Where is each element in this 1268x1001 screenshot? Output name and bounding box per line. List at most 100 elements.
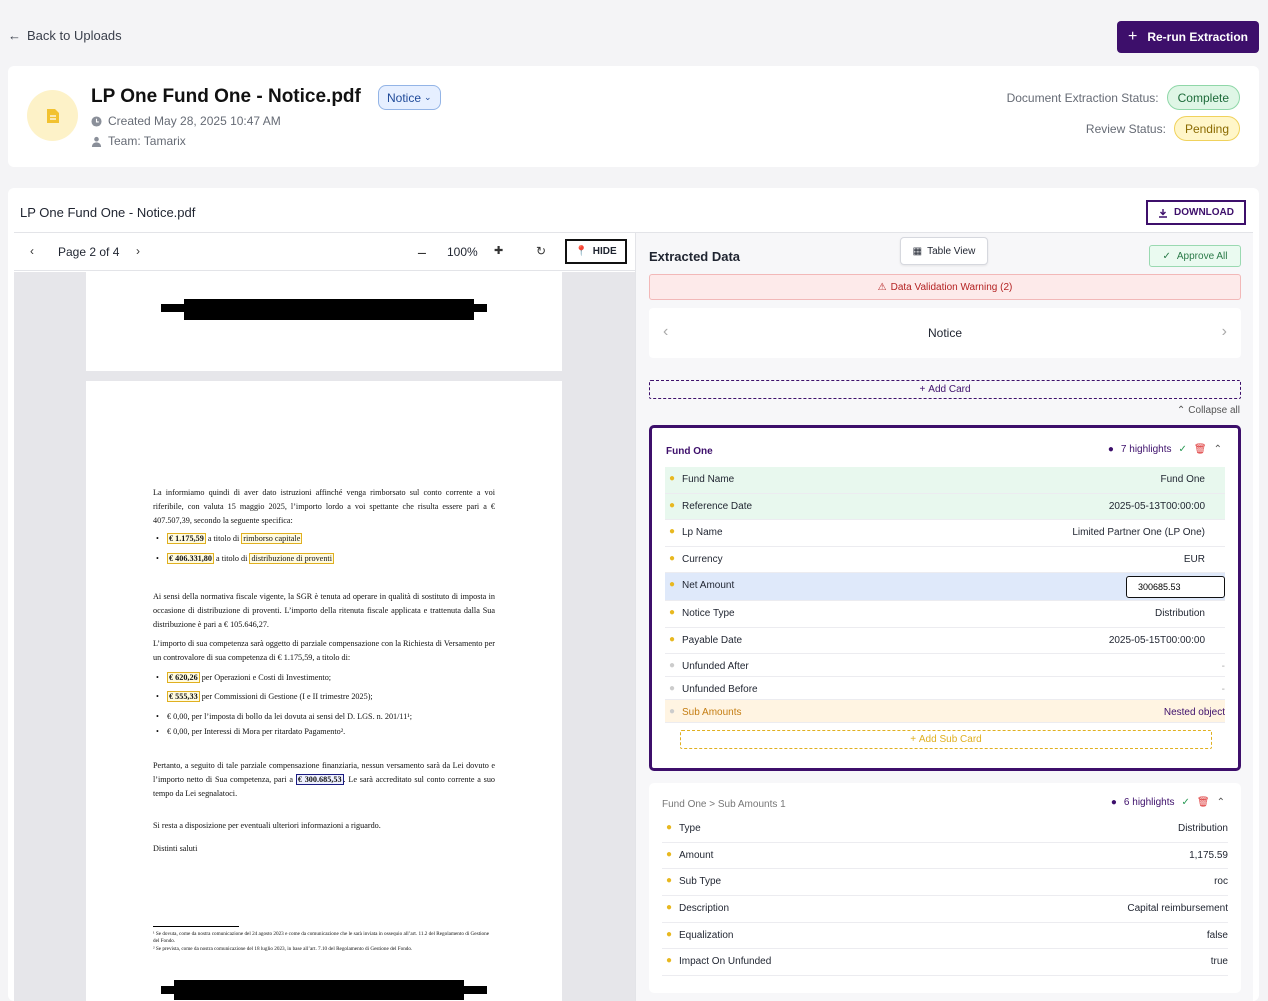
approve-all-button[interactable]: ✓ Approve All: [1149, 245, 1241, 267]
field-row[interactable]: ● Lp Name Limited Partner One (LP One): [665, 520, 1225, 547]
prev-page-icon[interactable]: ‹: [30, 244, 34, 258]
field-value: 2025-05-13T00:00:00: [1108, 500, 1205, 512]
rerun-label: Re-run Extraction: [1147, 30, 1249, 44]
highlights-count[interactable]: 7 highlights: [1121, 444, 1172, 455]
pin-icon: ●: [669, 706, 676, 717]
field-row[interactable]: ● Unfunded Before -: [665, 677, 1225, 700]
table-view-label: Table View: [927, 245, 976, 257]
field-row[interactable]: ● Payable Date 2025-05-15T00:00:00: [665, 628, 1225, 654]
highlight-amount[interactable]: € 1.175,59: [167, 533, 206, 544]
field-row[interactable]: ● Description Capital reimbursement: [662, 896, 1228, 923]
field-value: Distribution: [1154, 608, 1205, 619]
check-icon[interactable]: ✓: [1182, 797, 1190, 808]
team-meta: Team: Tamarix: [91, 134, 186, 148]
highlight-amount[interactable]: € 406.331,80: [167, 553, 214, 564]
highlights-count[interactable]: 6 highlights: [1124, 797, 1175, 808]
carousel-next-icon[interactable]: ›: [1222, 323, 1227, 341]
pdf-canvas[interactable]: La informiamo quindi di aver dato istruz…: [14, 272, 635, 1001]
back-to-uploads-link[interactable]: ← Back to Uploads: [8, 28, 122, 43]
back-label: Back to Uploads: [27, 28, 122, 43]
created-date: Created May 28, 2025 10:47 AM: [108, 114, 281, 128]
field-label: Fund Name: [682, 474, 735, 485]
chevron-up-icon[interactable]: ⌃: [1214, 444, 1222, 455]
next-page-icon[interactable]: ›: [136, 244, 140, 258]
highlight-amount[interactable]: € 555,33: [167, 691, 200, 702]
page-indicator: Page 2 of 4: [58, 245, 120, 259]
add-card-button[interactable]: + Add Card: [649, 380, 1241, 399]
field-row[interactable]: ● Reference Date 2025-05-13T00:00:00: [665, 493, 1225, 520]
field-value: roc: [1214, 876, 1228, 888]
field-row-nested[interactable]: ● Sub Amounts Nested object: [665, 700, 1225, 723]
field-list: ● Type Distribution ● Amount 1,175.59 ● Sub T…: [662, 816, 1228, 977]
field-label: Sub Type: [679, 876, 722, 888]
pdf-bullet: € 0,00, per l’imposta di bollo da lei do…: [156, 711, 412, 723]
pin-icon: ●: [666, 875, 673, 887]
check-icon[interactable]: ✓: [1179, 444, 1187, 455]
approve-all-label: Approve All: [1176, 250, 1228, 262]
pdf-paragraph: La informiamo quindi di aver dato istruz…: [153, 488, 495, 525]
field-row[interactable]: ● Currency EUR: [665, 547, 1225, 573]
zoom-out-icon[interactable]: ⚊: [417, 244, 427, 257]
pin-icon: ●: [669, 683, 676, 694]
field-row[interactable]: ● Amount 1,175.59: [662, 843, 1228, 870]
clock-icon: [91, 115, 102, 127]
card-actions: ● 6 highlights ✓ 🗑 ⌃: [1111, 797, 1225, 808]
user-icon: [91, 136, 102, 147]
chevron-up-icon[interactable]: ⌃: [1217, 797, 1225, 808]
pin-icon: ●: [666, 822, 673, 833]
pin-icon: 📍: [575, 246, 588, 257]
field-value: false: [1206, 929, 1228, 941]
field-value: 2025-05-15T00:00:00: [1108, 634, 1205, 646]
field-label: Sub Amounts: [682, 707, 742, 718]
field-row[interactable]: ● Notice Type Distribution: [665, 601, 1225, 628]
pin-icon: ●: [669, 499, 676, 511]
pdf-bullet: € 406.331,80 a titolo di distribuzione d…: [156, 553, 334, 565]
trash-icon[interactable]: 🗑: [1197, 797, 1210, 808]
highlight-label[interactable]: distribuzione di proventi: [249, 553, 334, 564]
download-button[interactable]: DOWNLOAD: [1146, 200, 1246, 225]
pdf-bullet: € 620,26 per Operazioni e Costi di Inves…: [156, 672, 332, 684]
hide-label: HIDE: [592, 246, 617, 257]
collapse-all-button[interactable]: ⌃ Collapse all: [1177, 405, 1240, 416]
pin-icon: ●: [666, 928, 673, 940]
card-actions: ● 7 highlights ✓ 🗑 ⌃: [1108, 444, 1222, 455]
field-row[interactable]: ● Equalization false: [662, 923, 1228, 950]
table-view-button[interactable]: ▦ Table View: [900, 237, 988, 265]
field-value: Capital reimbursement: [1127, 903, 1228, 915]
trash-icon[interactable]: 🗑: [1194, 444, 1207, 455]
field-label: Equalization: [679, 929, 734, 941]
sub-amounts-card: Fund One > Sub Amounts 1 ● 6 highlights …: [649, 783, 1241, 993]
download-icon: [1159, 208, 1167, 218]
field-row[interactable]: ● Sub Type roc: [662, 869, 1228, 897]
rerun-extraction-button[interactable]: + Re-run Extraction: [1117, 21, 1259, 53]
pdf-text: a titolo di: [205, 534, 242, 543]
plus-icon: +: [919, 384, 926, 395]
highlight-label[interactable]: rimborso capitale: [241, 533, 303, 544]
rotate-icon[interactable]: ↻: [536, 244, 546, 258]
field-row[interactable]: ● Fund Name Fund One: [665, 467, 1225, 494]
field-value: Nested object: [1163, 707, 1225, 718]
net-amount-input[interactable]: [1126, 576, 1225, 598]
field-row[interactable]: ● Type Distribution: [662, 816, 1228, 843]
field-label: Notice Type: [682, 608, 735, 619]
field-row[interactable]: ● Unfunded After -: [665, 654, 1225, 677]
pin-icon: ●: [1110, 797, 1117, 808]
validation-warning-banner[interactable]: ⚠ Data Validation Warning (2): [649, 274, 1241, 300]
document-viewer-card: LP One Fund One - Notice.pdf DOWNLOAD ‹ …: [8, 188, 1259, 1001]
highlight-net-amount[interactable]: € 300.685,53: [295, 773, 344, 785]
pdf-text: per Operazioni e Costi di Investimento;: [199, 673, 332, 682]
doc-type-dropdown[interactable]: Notice ⌄: [378, 85, 441, 110]
field-row-editing[interactable]: ● Net Amount: [665, 573, 1225, 601]
hide-highlights-button[interactable]: 📍 HIDE: [565, 239, 627, 264]
field-label: Amount: [679, 849, 714, 861]
field-label: Lp Name: [682, 527, 723, 538]
carousel-prev-icon[interactable]: ‹: [663, 323, 668, 341]
add-sub-card-button[interactable]: + Add Sub Card: [680, 730, 1212, 749]
field-row[interactable]: ● Impact On Unfunded true: [662, 949, 1228, 977]
zoom-in-icon[interactable]: ✚: [494, 244, 503, 257]
pin-icon: ●: [669, 473, 676, 484]
pdf-paragraph: Si resta a disposizione per eventuali ul…: [153, 821, 381, 830]
highlight-amount[interactable]: € 620,26: [167, 672, 200, 683]
add-sub-card-label: Add Sub Card: [918, 734, 982, 745]
field-label: Impact On Unfunded: [679, 956, 772, 968]
